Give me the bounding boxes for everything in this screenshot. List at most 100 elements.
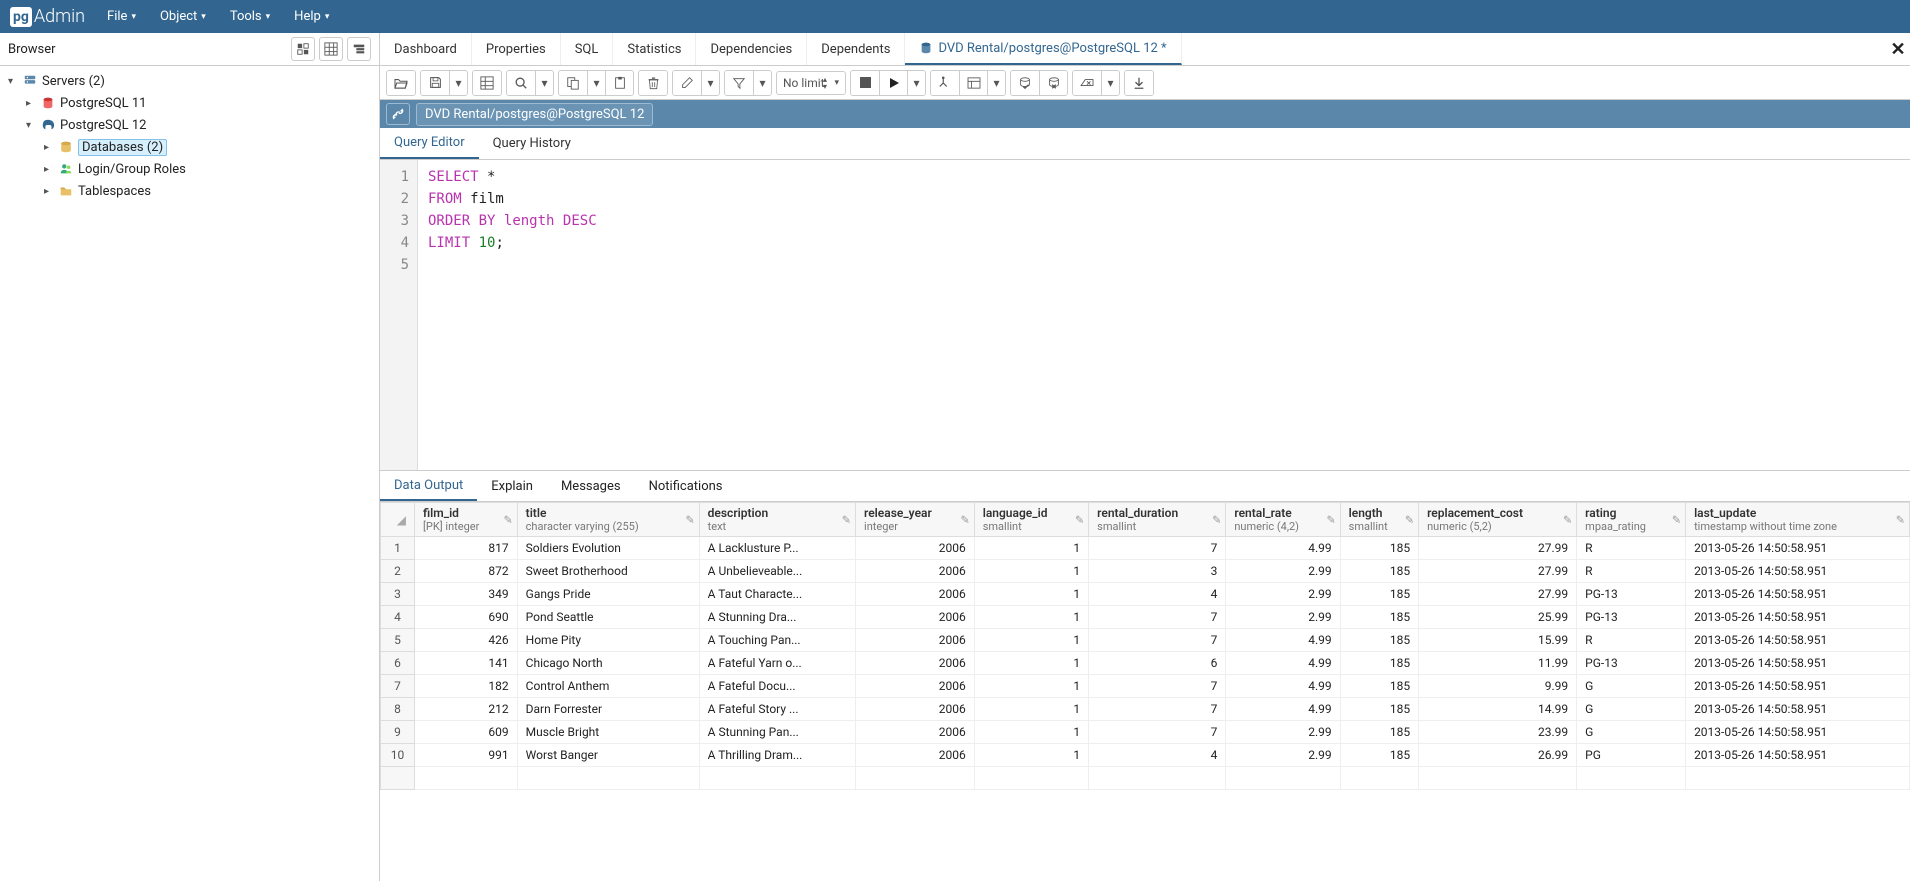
table-row[interactable]: 6141Chicago NorthA Fateful Yarn o...2006…	[381, 652, 1910, 675]
cell[interactable]: PG-13	[1577, 606, 1686, 629]
cell[interactable]: 7	[1089, 606, 1226, 629]
column-header[interactable]: replacement_costnumeric (5,2)✎	[1419, 503, 1577, 537]
cell[interactable]: 185	[1340, 629, 1418, 652]
tab-statistics[interactable]: Statistics	[613, 33, 696, 65]
table-row[interactable]: 7182Control AnthemA Fateful Docu...20061…	[381, 675, 1910, 698]
table-row[interactable]: 4690Pond SeattleA Stunning Dra...2006172…	[381, 606, 1910, 629]
cell[interactable]: 4.99	[1226, 537, 1340, 560]
cell[interactable]: 2006	[856, 629, 975, 652]
cell[interactable]: 3	[1089, 560, 1226, 583]
edit-dropdown[interactable]: ▾	[701, 71, 719, 95]
cell[interactable]: 2006	[856, 652, 975, 675]
cell[interactable]: A Unbelieveable...	[699, 560, 855, 583]
clear-dropdown[interactable]: ▾	[1101, 71, 1119, 95]
stop-button[interactable]	[851, 71, 879, 95]
column-header[interactable]: last_updatetimestamp without time zone✎	[1686, 503, 1910, 537]
tree-login-roles[interactable]: ▸ Login/Group Roles	[0, 158, 379, 180]
cell[interactable]: 609	[415, 721, 518, 744]
sql-editor[interactable]: 12345 SELECT * FROM film ORDER BY length…	[380, 160, 1910, 470]
cell[interactable]: 1	[974, 537, 1088, 560]
cell[interactable]: 7	[1089, 537, 1226, 560]
cell[interactable]: 690	[415, 606, 518, 629]
open-file-button[interactable]	[387, 71, 415, 95]
cell[interactable]: 27.99	[1419, 560, 1577, 583]
cell[interactable]: 2006	[856, 560, 975, 583]
cell[interactable]: 185	[1340, 537, 1418, 560]
output-tab-explain[interactable]: Explain	[477, 471, 547, 501]
table-row[interactable]: 9609Muscle BrightA Stunning Pan...200617…	[381, 721, 1910, 744]
cell[interactable]: 2013-05-26 14:50:58.951	[1686, 583, 1910, 606]
cell[interactable]: Pond Seattle	[517, 606, 699, 629]
cell[interactable]: 2.99	[1226, 744, 1340, 767]
cell[interactable]: 2006	[856, 675, 975, 698]
cell[interactable]: 2.99	[1226, 583, 1340, 606]
cell[interactable]: A Fateful Yarn o...	[699, 652, 855, 675]
row-number[interactable]: 4	[381, 606, 415, 629]
cell[interactable]: 9.99	[1419, 675, 1577, 698]
cell[interactable]: 2013-05-26 14:50:58.951	[1686, 744, 1910, 767]
cell[interactable]: 185	[1340, 721, 1418, 744]
cell[interactable]: Home Pity	[517, 629, 699, 652]
filter-button[interactable]	[725, 71, 753, 95]
cell[interactable]: 4.99	[1226, 698, 1340, 721]
paste-button[interactable]	[605, 71, 633, 95]
cell[interactable]: A Stunning Dra...	[699, 606, 855, 629]
output-tab-messages[interactable]: Messages	[547, 471, 635, 501]
commit-button[interactable]	[1011, 71, 1039, 95]
cell[interactable]: 872	[415, 560, 518, 583]
filter-dropdown[interactable]: ▾	[753, 71, 771, 95]
column-header[interactable]: ratingmpaa_rating✎	[1577, 503, 1686, 537]
cell[interactable]: Darn Forrester	[517, 698, 699, 721]
tree-pg12[interactable]: ▾ PostgreSQL 12	[0, 114, 379, 136]
cell[interactable]: 4.99	[1226, 652, 1340, 675]
column-header[interactable]: titlecharacter varying (255)✎	[517, 503, 699, 537]
cell[interactable]: 7	[1089, 698, 1226, 721]
cell[interactable]: 7	[1089, 675, 1226, 698]
cell[interactable]: 185	[1340, 606, 1418, 629]
tab-sql[interactable]: SQL	[561, 33, 614, 65]
editor-code[interactable]: SELECT * FROM film ORDER BY length DESC …	[418, 160, 607, 470]
explain-dropdown[interactable]: ▾	[987, 71, 1005, 95]
cell[interactable]: 1	[974, 560, 1088, 583]
cell[interactable]: 4.99	[1226, 675, 1340, 698]
table-row[interactable]: 10991Worst BangerA Thrilling Dram...2006…	[381, 744, 1910, 767]
cell[interactable]: Soldiers Evolution	[517, 537, 699, 560]
menu-file[interactable]: File▾	[95, 0, 148, 33]
cell[interactable]: 4	[1089, 744, 1226, 767]
cell[interactable]: Sweet Brotherhood	[517, 560, 699, 583]
cell[interactable]: 14.99	[1419, 698, 1577, 721]
cell[interactable]: 2006	[856, 583, 975, 606]
cell[interactable]: G	[1577, 698, 1686, 721]
edit-button[interactable]	[673, 71, 701, 95]
cell[interactable]: PG-13	[1577, 583, 1686, 606]
cell[interactable]: PG-13	[1577, 652, 1686, 675]
cell[interactable]: Control Anthem	[517, 675, 699, 698]
cell[interactable]: 2013-05-26 14:50:58.951	[1686, 675, 1910, 698]
cell[interactable]: 2013-05-26 14:50:58.951	[1686, 560, 1910, 583]
column-header[interactable]: descriptiontext✎	[699, 503, 855, 537]
cell[interactable]: 7	[1089, 629, 1226, 652]
find-button[interactable]	[507, 71, 535, 95]
cell[interactable]: 185	[1340, 583, 1418, 606]
table-row[interactable]: 8212Darn ForresterA Fateful Story ...200…	[381, 698, 1910, 721]
explain-analyze-button[interactable]	[959, 71, 987, 95]
execute-dropdown[interactable]: ▾	[907, 71, 925, 95]
cell[interactable]: 2.99	[1226, 560, 1340, 583]
cell[interactable]: 1	[974, 721, 1088, 744]
row-number[interactable]: 7	[381, 675, 415, 698]
cell[interactable]: Chicago North	[517, 652, 699, 675]
cell[interactable]: 1	[974, 629, 1088, 652]
cell[interactable]: 7	[1089, 721, 1226, 744]
find-dropdown[interactable]: ▾	[535, 71, 553, 95]
column-header[interactable]: rental_durationsmallint✎	[1089, 503, 1226, 537]
cell[interactable]: 141	[415, 652, 518, 675]
tree-tablespaces[interactable]: ▸ Tablespaces	[0, 180, 379, 202]
cell[interactable]: 185	[1340, 675, 1418, 698]
row-number[interactable]: 2	[381, 560, 415, 583]
cell[interactable]: 817	[415, 537, 518, 560]
cell[interactable]: A Lacklusture P...	[699, 537, 855, 560]
copy-button[interactable]	[559, 71, 587, 95]
table-row[interactable]: 5426Home PityA Touching Pan...2006174.99…	[381, 629, 1910, 652]
cell[interactable]: Worst Banger	[517, 744, 699, 767]
cell[interactable]: 1	[974, 606, 1088, 629]
